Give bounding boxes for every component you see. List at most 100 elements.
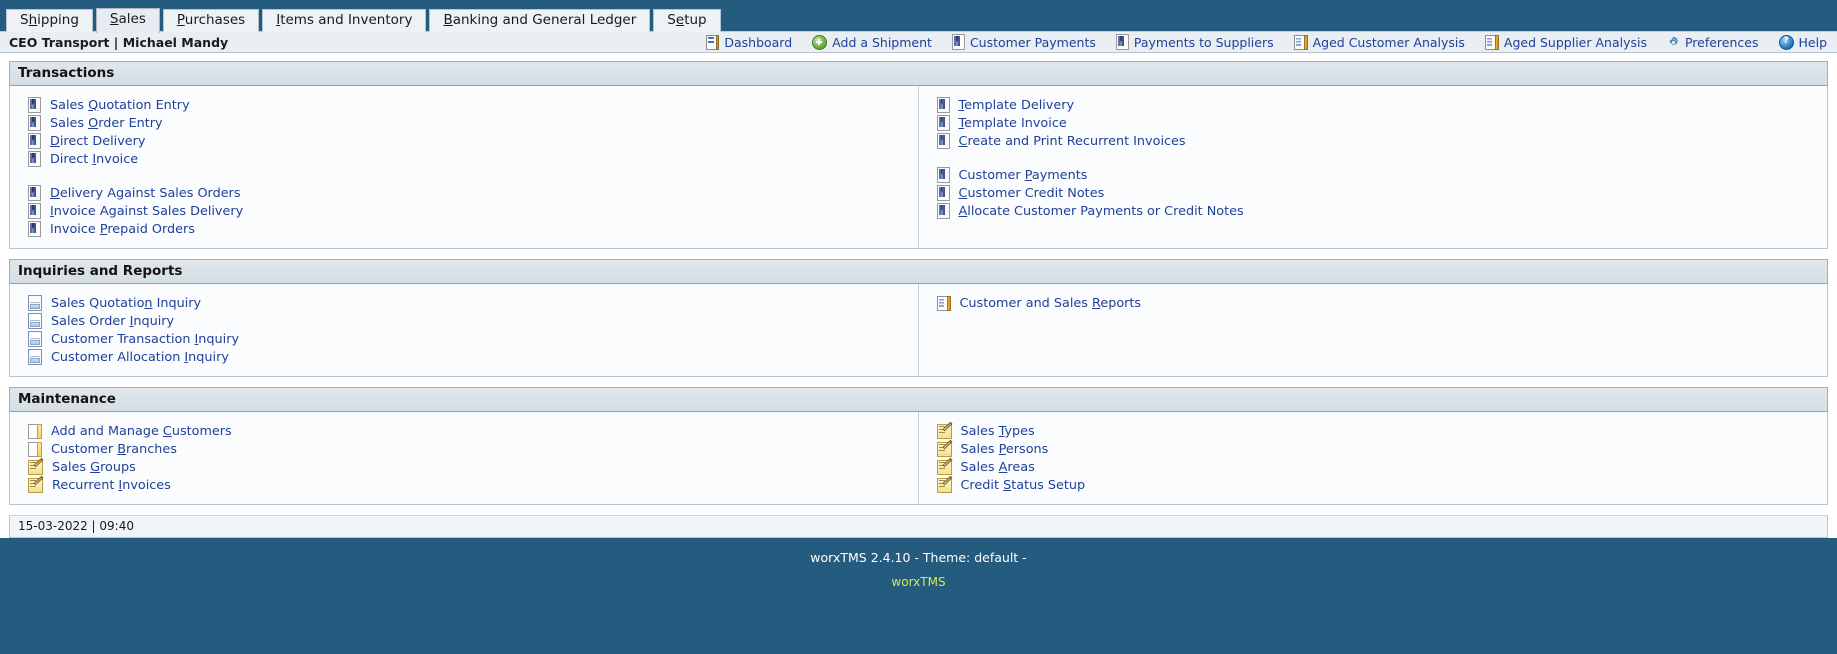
book-icon: [28, 151, 41, 167]
quickmenu-customer-payments[interactable]: Customer Payments: [951, 34, 1096, 50]
section-maintenance: Maintenance Add and Manage Customers Custo…: [9, 387, 1828, 505]
menu-column-right: Sales Types Sales Persons Sales Areas Credi…: [919, 412, 1828, 504]
quickmenu-label: Help: [1798, 34, 1828, 50]
quickmenu-label: Add a Shipment: [832, 34, 932, 50]
section-body: Sales Quotation Entry Sales Order Entry Di…: [9, 86, 1828, 249]
menu-link-sales-types[interactable]: Sales Types: [919, 422, 1828, 440]
quickmenu-label: Preferences: [1684, 34, 1759, 50]
book-icon: [28, 115, 41, 131]
pencil-note-icon: [28, 459, 43, 475]
tab-purchases[interactable]: Purchases: [162, 9, 260, 32]
footer-version-text: worxTMS 2.4.10 - Theme: default -: [810, 550, 1027, 565]
menu-link-customer-allocation-inquiry[interactable]: Customer Allocation Inquiry: [10, 348, 918, 366]
tab-banking-and-general-ledger[interactable]: Banking and General Ledger: [429, 9, 651, 32]
pencil-note-icon: [28, 477, 43, 493]
menu-link-customer-branches[interactable]: Customer Branches: [10, 440, 918, 458]
section-body: Sales Quotation Inquiry Sales Order Inqui…: [9, 284, 1828, 377]
book-icon: [951, 34, 965, 50]
menu-link-label: Sales Order Entry: [50, 115, 163, 131]
menu-link-sales-areas[interactable]: Sales Areas: [919, 458, 1828, 476]
document-icon: [28, 349, 42, 365]
menu-link-sales-order-inquiry[interactable]: Sales Order Inquiry: [10, 312, 918, 330]
menu-link-delivery-against-sales-orders[interactable]: Delivery Against Sales Orders: [10, 184, 918, 202]
book-icon: [936, 133, 950, 149]
menu-link-sales-groups[interactable]: Sales Groups: [10, 458, 918, 476]
section-title: Inquiries and Reports: [9, 259, 1828, 284]
section-title: Transactions: [9, 61, 1828, 86]
menu-column-left: Add and Manage Customers Customer Branche…: [10, 412, 919, 504]
quickmenu-label: Aged Supplier Analysis: [1503, 34, 1647, 50]
menu-link-label: Create and Print Recurrent Invoices: [958, 133, 1186, 149]
pencil-note-icon: [936, 441, 952, 457]
pencil-note-icon: [936, 477, 952, 493]
menu-link-label: Recurrent Invoices: [52, 477, 171, 493]
menu-link-sales-quotation-entry[interactable]: Sales Quotation Entry: [10, 96, 918, 114]
menu-link-label: Sales Areas: [960, 459, 1035, 475]
menu-link-create-and-print-recurrent-invoices[interactable]: Create and Print Recurrent Invoices: [919, 132, 1828, 150]
footer-brand-link[interactable]: worxTMS: [0, 575, 1837, 589]
tab-sales[interactable]: Sales: [95, 8, 160, 33]
menu-link-label: Customer Transaction Inquiry: [51, 331, 240, 347]
book-icon: [28, 221, 41, 237]
menu-link-label: Customer Credit Notes: [958, 185, 1105, 201]
menu-spacer: [919, 150, 1828, 166]
menu-link-customer-credit-notes[interactable]: Customer Credit Notes: [919, 184, 1828, 202]
menu-sections: Transactions Sales Quotation Entry Sales O…: [9, 53, 1828, 505]
menu-column-left: Sales Quotation Entry Sales Order Entry Di…: [10, 86, 919, 248]
quickmenu-help[interactable]: ? Help: [1778, 34, 1828, 50]
tab-shipping[interactable]: Shipping: [6, 9, 93, 32]
menu-link-label: Invoice Prepaid Orders: [50, 221, 195, 237]
book-icon: [28, 133, 41, 149]
section-inquiries-and-reports: Inquiries and Reports Sales Quotation Inq…: [9, 259, 1828, 377]
menu-link-credit-status-setup[interactable]: Credit Status Setup: [919, 476, 1828, 494]
menu-link-direct-delivery[interactable]: Direct Delivery: [10, 132, 918, 150]
menu-spacer: [10, 168, 918, 184]
tab-setup[interactable]: Setup: [653, 9, 721, 32]
menu-link-invoice-against-sales-delivery[interactable]: Invoice Against Sales Delivery: [10, 202, 918, 220]
quickmenu-preferences[interactable]: Preferences: [1667, 35, 1759, 50]
book-icon: [936, 203, 950, 219]
book-icon: [936, 167, 950, 183]
quickmenu-aged-customer-analysis[interactable]: Aged Customer Analysis: [1293, 34, 1465, 50]
menu-link-allocate-customer-payments-or-credit-notes[interactable]: Allocate Customer Payments or Credit Not…: [919, 202, 1828, 220]
document-icon: [28, 331, 42, 347]
quickmenu-add-a-shipment[interactable]: Add a Shipment: [812, 34, 932, 50]
top-toolbar: CEO Transport | Michael Mandy Dashboard A…: [0, 31, 1837, 53]
document-icon: [28, 313, 42, 329]
menu-link-sales-quotation-inquiry[interactable]: Sales Quotation Inquiry: [10, 294, 918, 312]
main-tab-bar: Shipping Sales Purchases Items and Inventor…: [0, 0, 1837, 33]
menu-link-template-delivery[interactable]: Template Delivery: [919, 96, 1828, 114]
menu-link-label: Allocate Customer Payments or Credit Not…: [958, 203, 1244, 219]
quickmenu-label: Payments to Suppliers: [1133, 34, 1274, 50]
pencil-note-icon: [936, 423, 952, 439]
menu-link-label: Sales Order Inquiry: [51, 313, 175, 329]
menu-link-customer-payments[interactable]: Customer Payments: [919, 166, 1828, 184]
menu-link-label: Sales Quotation Inquiry: [51, 295, 202, 311]
menu-link-template-invoice[interactable]: Template Invoice: [919, 114, 1828, 132]
menu-link-label: Customer Payments: [958, 167, 1088, 183]
menu-link-label: Customer and Sales Reports: [959, 295, 1142, 311]
section-title: Maintenance: [9, 387, 1828, 412]
tab-items-and-inventory[interactable]: Items and Inventory: [262, 9, 427, 32]
menu-link-invoice-prepaid-orders[interactable]: Invoice Prepaid Orders: [10, 220, 918, 238]
quickmenu-payments-to-suppliers[interactable]: Payments to Suppliers: [1115, 34, 1274, 50]
menu-link-recurrent-invoices[interactable]: Recurrent Invoices: [10, 476, 918, 494]
menu-link-label: Template Invoice: [958, 115, 1067, 131]
menu-link-label: Sales Types: [960, 423, 1035, 439]
gear-icon: [1667, 36, 1680, 49]
menu-link-label: Direct Delivery: [50, 133, 146, 149]
menu-link-label: Add and Manage Customers: [51, 423, 232, 439]
menu-link-sales-persons[interactable]: Sales Persons: [919, 440, 1828, 458]
quickmenu-aged-supplier-analysis[interactable]: Aged Supplier Analysis: [1484, 34, 1647, 50]
menu-link-label: Sales Persons: [960, 441, 1049, 457]
menu-link-customer-and-sales-reports[interactable]: Customer and Sales Reports: [919, 294, 1828, 312]
menu-column-right: Customer and Sales Reports: [919, 284, 1828, 376]
quickmenu-dashboard[interactable]: Dashboard: [706, 34, 792, 50]
menu-link-customer-transaction-inquiry[interactable]: Customer Transaction Inquiry: [10, 330, 918, 348]
menu-link-sales-order-entry[interactable]: Sales Order Entry: [10, 114, 918, 132]
menu-link-direct-invoice[interactable]: Direct Invoice: [10, 150, 918, 168]
menu-link-label: Delivery Against Sales Orders: [50, 185, 241, 201]
dashboard-icon: [706, 34, 720, 50]
menu-link-add-and-manage-customers[interactable]: Add and Manage Customers: [10, 422, 918, 440]
book-icon: [936, 115, 950, 131]
